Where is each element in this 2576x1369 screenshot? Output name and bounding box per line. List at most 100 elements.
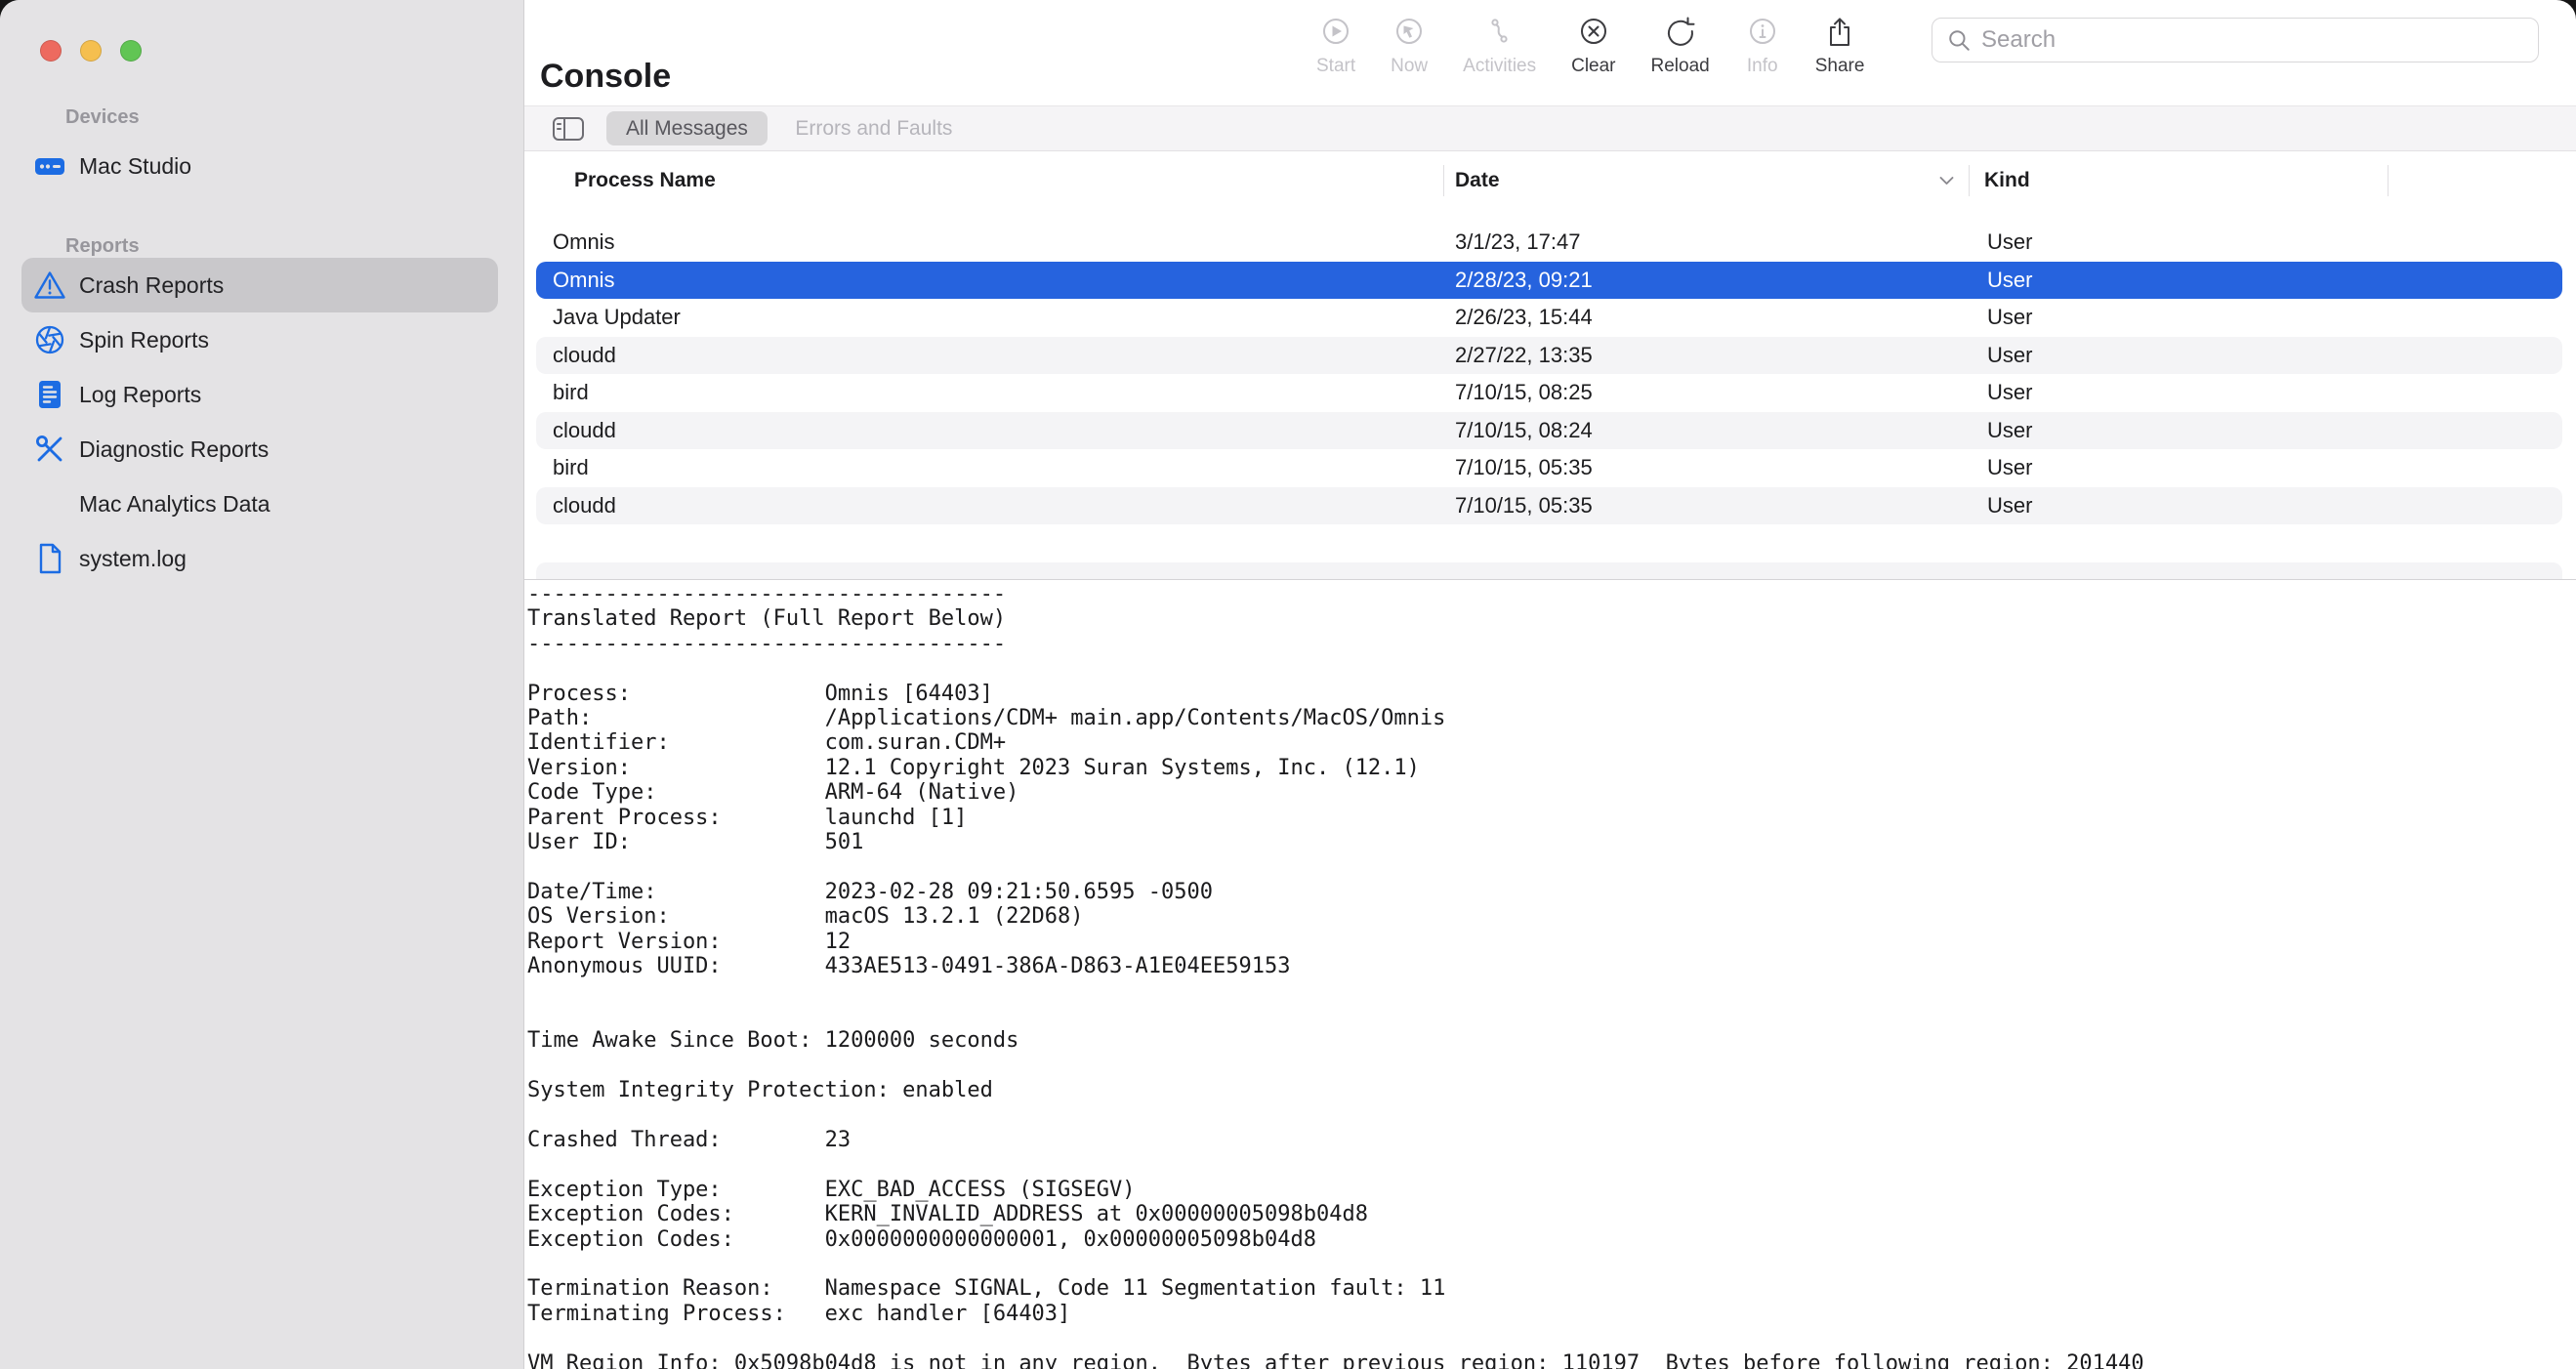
play-circle-icon (1318, 16, 1353, 51)
sidebar-item-label: Mac Studio (79, 153, 191, 180)
process-table: Omnis 3/1/23, 17:47 User Omnis 2/28/23, … (524, 210, 2576, 579)
sidebar-item-label: Log Reports (79, 382, 201, 408)
toolbar-button-label: Now (1391, 56, 1428, 77)
cell-kind: User (1987, 380, 2562, 405)
search-icon (1946, 27, 1972, 53)
cell-kind: User (1987, 418, 2562, 443)
table-row[interactable]: Java Updater 2/26/23, 15:44 User (536, 299, 2562, 337)
cell-kind: User (1987, 343, 2562, 368)
cell-date: 2/28/23, 09:21 (1455, 268, 1987, 293)
sidebar-item-label: system.log (79, 546, 187, 572)
share-icon (1822, 16, 1857, 51)
start-button[interactable]: Start (1316, 16, 1355, 77)
info-circle-icon (1745, 16, 1780, 51)
sidebar-item-label: Crash Reports (79, 272, 224, 299)
sidebar-section-label: Reports (0, 234, 523, 258)
table-row[interactable]: Omnis 2/28/23, 09:21 User (536, 262, 2562, 300)
column-header-date[interactable]: Date (1455, 151, 1500, 210)
filter-tab-errors-and-faults[interactable]: Errors and Faults (775, 111, 972, 145)
toolbar-button-label: Start (1316, 56, 1355, 77)
table-row[interactable]: bird 7/10/15, 05:35 User (536, 449, 2562, 487)
toolbar-button-label: Share (1815, 56, 1865, 77)
column-header-process-name[interactable]: Process Name (574, 151, 716, 210)
log-document-icon (33, 378, 66, 411)
console-window: Devices Mac Studio Reports Crash Reports… (0, 0, 2576, 1369)
sidebar-section-label: Devices (0, 105, 523, 129)
clear-button[interactable]: Clear (1571, 16, 1615, 77)
toolbar-button-label: Activities (1463, 56, 1536, 77)
cell-process-name: bird (536, 455, 1455, 480)
crash-report-text[interactable]: ------------------------------------- Tr… (524, 582, 2576, 1369)
table-row[interactable]: Omnis 3/1/23, 17:47 User (536, 224, 2562, 262)
cell-date: 7/10/15, 05:35 (1455, 493, 1987, 519)
activities-button[interactable]: Activities (1463, 16, 1536, 77)
close-button[interactable] (40, 40, 62, 62)
table-row[interactable]: cloudd 7/10/15, 08:24 User (536, 412, 2562, 450)
cell-process-name: Omnis (536, 268, 1455, 293)
cell-date: 2/27/22, 13:35 (1455, 343, 1987, 368)
filter-bar: All Messages Errors and Faults (524, 105, 2576, 151)
search-input[interactable] (1979, 25, 2524, 55)
now-button[interactable]: Now (1391, 16, 1428, 77)
table-row-empty (536, 562, 2562, 580)
sidebar-item-diagnostic-reports[interactable]: Diagnostic Reports (21, 422, 498, 477)
cell-date: 7/10/15, 08:24 (1455, 418, 1987, 443)
sidebar-toggle-icon[interactable] (550, 113, 587, 145)
cell-process-name: cloudd (536, 493, 1455, 519)
sidebar-item-system-log[interactable]: system.log (21, 531, 498, 586)
share-button[interactable]: Share (1815, 16, 1865, 77)
table-row[interactable]: cloudd 7/10/15, 05:35 User (536, 487, 2562, 525)
reload-button[interactable]: Reload (1651, 16, 1710, 77)
column-divider[interactable] (2388, 165, 2389, 196)
table-header: Process Name Date Kind (524, 151, 2576, 211)
sidebar-item-label: Diagnostic Reports (79, 436, 269, 463)
document-icon (33, 542, 66, 575)
table-row[interactable]: bird 7/10/15, 08:25 User (536, 374, 2562, 412)
tools-icon (33, 433, 66, 466)
arrow-up-left-circle-icon (1392, 16, 1427, 51)
warning-triangle-icon (33, 269, 66, 302)
toolbar: Start Now Activities Clear Reload Info S… (1316, 16, 1864, 77)
sidebar: Devices Mac Studio Reports Crash Reports… (0, 0, 524, 1369)
cell-kind: User (1987, 229, 2562, 255)
column-header-kind[interactable]: Kind (1984, 151, 2030, 210)
cell-process-name: cloudd (536, 418, 1455, 443)
window-controls (40, 40, 142, 62)
page-title: Console (540, 58, 671, 96)
filter-tab-all-messages[interactable]: All Messages (606, 111, 768, 145)
toolbar-button-label: Reload (1651, 56, 1710, 77)
cell-kind: User (1987, 493, 2562, 519)
table-row[interactable]: cloudd 2/27/22, 13:35 User (536, 337, 2562, 375)
bar-chart-icon (33, 487, 66, 520)
minimize-button[interactable] (80, 40, 102, 62)
sidebar-sections: Devices Mac Studio Reports Crash Reports… (0, 105, 523, 586)
cell-kind: User (1987, 268, 2562, 293)
x-circle-icon (1576, 16, 1611, 51)
pane-divider[interactable] (524, 579, 2576, 580)
cell-date: 3/1/23, 17:47 (1455, 229, 1987, 255)
sidebar-item-label: Mac Analytics Data (79, 491, 270, 518)
table-row-empty (536, 524, 2562, 562)
cell-kind: User (1987, 305, 2562, 330)
sidebar-section-devices: Devices Mac Studio (0, 105, 523, 193)
info-button[interactable]: Info (1745, 16, 1780, 77)
sort-chevron-icon (1938, 151, 1955, 210)
filter-tabs: All Messages Errors and Faults (587, 117, 972, 141)
cell-kind: User (1987, 455, 2562, 480)
cell-date: 7/10/15, 05:35 (1455, 455, 1987, 480)
cell-date: 2/26/23, 15:44 (1455, 305, 1987, 330)
sidebar-item-crash-reports[interactable]: Crash Reports (21, 258, 498, 312)
activities-path-icon (1482, 16, 1517, 51)
sidebar-section-reports: Reports Crash Reports Spin Reports Log R… (0, 234, 523, 586)
sidebar-item-spin-reports[interactable]: Spin Reports (21, 312, 498, 367)
cell-process-name: bird (536, 380, 1455, 405)
search-field[interactable] (1932, 18, 2539, 62)
sidebar-item-log-reports[interactable]: Log Reports (21, 367, 498, 422)
column-divider[interactable] (1969, 165, 1970, 196)
toolbar-button-label: Clear (1571, 56, 1615, 77)
column-divider[interactable] (1443, 165, 1444, 196)
sidebar-item-mac-analytics-data[interactable]: Mac Analytics Data (21, 477, 498, 531)
cell-process-name: Java Updater (536, 305, 1455, 330)
sidebar-item-mac-studio[interactable]: Mac Studio (21, 139, 498, 193)
zoom-button[interactable] (120, 40, 142, 62)
